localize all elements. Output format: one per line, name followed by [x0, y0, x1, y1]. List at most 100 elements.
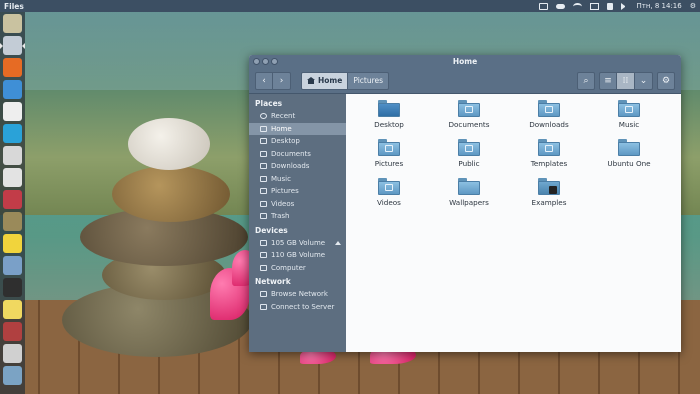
sidebar-item-label: Trash [271, 212, 290, 221]
file-item-videos[interactable]: Videos [354, 178, 424, 207]
sidebar-item-label: Browse Network [271, 290, 328, 299]
file-label: Videos [377, 198, 401, 207]
folder-icon [618, 100, 640, 117]
volume-icon[interactable] [621, 2, 628, 10]
file-item-desktop[interactable]: Desktop [354, 100, 424, 129]
dash-home-icon[interactable] [3, 14, 22, 33]
nav-buttons: ‹ › [255, 71, 291, 90]
desktop-icon [260, 138, 267, 145]
breadcrumb: Home Pictures [301, 71, 390, 90]
file-item-pictures[interactable]: Pictures [354, 139, 424, 168]
file-item-wallpapers[interactable]: Wallpapers [434, 178, 504, 207]
drive-icon[interactable] [3, 344, 22, 363]
chromium-icon[interactable] [3, 80, 22, 99]
forward-button[interactable]: › [273, 71, 291, 90]
folder-icon [378, 139, 400, 156]
menu-button[interactable]: ⚙ [657, 71, 675, 90]
file-label: Examples [531, 198, 567, 207]
disk-icon[interactable] [3, 212, 22, 231]
mail-icon[interactable] [590, 2, 600, 10]
server-icon [260, 303, 267, 310]
sidebar-item-home[interactable]: Home [249, 122, 346, 135]
wallpaper-stone [128, 118, 210, 170]
cloud-icon[interactable] [556, 3, 566, 9]
file-label: Pictures [374, 159, 404, 168]
top-panel: Files Птн, 8 14:16 ⚙ [0, 0, 700, 12]
sidebar-item-browse-network[interactable]: Browse Network [249, 288, 346, 301]
sidebar-item-connect-to-server[interactable]: Connect to Server [249, 301, 346, 314]
sidebar-item-documents[interactable]: Documents [249, 148, 346, 161]
view-options-button[interactable]: ⌄ [635, 71, 653, 90]
back-button[interactable]: ‹ [255, 71, 273, 90]
gear-icon[interactable]: ⚙ [690, 2, 696, 10]
firefox-icon[interactable] [3, 58, 22, 77]
chevron-left-icon: ‹ [262, 75, 266, 86]
sidebar-item-desktop[interactable]: Desktop [249, 135, 346, 148]
sidebar-item-music[interactable]: Music [249, 173, 346, 186]
sidebar-item-pictures[interactable]: Pictures [249, 185, 346, 198]
computer-icon [260, 264, 267, 271]
file-item-downloads[interactable]: Downloads [514, 100, 584, 129]
folder-icon [538, 139, 560, 156]
file-item-music[interactable]: Music [594, 100, 664, 129]
clock[interactable]: Птн, 8 14:16 [636, 2, 681, 10]
drive-icon [260, 239, 267, 246]
file-label: Music [618, 120, 640, 129]
sidebar-item-downloads[interactable]: Downloads [249, 160, 346, 173]
file-item-ubuntu-one[interactable]: Ubuntu One [594, 139, 664, 168]
document-icon[interactable] [3, 102, 22, 121]
notes-icon[interactable] [3, 234, 22, 253]
breadcrumb-home[interactable]: Home [301, 71, 349, 90]
pictures-icon [260, 188, 267, 195]
files-icon[interactable] [0, 36, 25, 55]
sidebar-item-trash[interactable]: Trash [249, 210, 346, 223]
updater-icon[interactable] [3, 300, 22, 319]
list-icon: ≡ [604, 75, 612, 86]
sidebar-item-label: Downloads [271, 162, 310, 171]
window-titlebar[interactable]: Home [249, 55, 681, 68]
image-viewer-icon[interactable] [3, 190, 22, 209]
screenshot-icon[interactable] [3, 256, 22, 275]
terminal-icon[interactable] [3, 278, 22, 297]
software-center-icon[interactable] [3, 124, 22, 143]
text-editor-icon[interactable] [3, 168, 22, 187]
home-icon [260, 125, 267, 132]
sidebar-item-recent[interactable]: Recent [249, 110, 346, 123]
close-button[interactable] [253, 58, 260, 65]
lock-icon[interactable] [607, 2, 614, 10]
toolbar-right: ⌕ ≡ ⁞⁞ ⌄ ⚙ [577, 71, 675, 90]
list-view-button[interactable]: ≡ [599, 71, 617, 90]
network-icon[interactable] [573, 2, 583, 10]
folder-icon [538, 178, 560, 195]
keyboard-icon[interactable] [539, 2, 549, 10]
sidebar-heading-devices: Devices [255, 225, 288, 235]
file-view: Desktop Documents Downloads Music Pictures Pu… [346, 94, 681, 352]
file-item-templates[interactable]: Templates [514, 139, 584, 168]
sidebar-item-label: Documents [271, 149, 311, 158]
maximize-button[interactable] [271, 58, 278, 65]
sidebar-item-110-gb-volume[interactable]: 110 GB Volume [249, 249, 346, 262]
file-item-documents[interactable]: Documents [434, 100, 504, 129]
minimize-button[interactable] [262, 58, 269, 65]
file-item-examples[interactable]: Examples [514, 178, 584, 207]
trash-icon [260, 213, 267, 220]
trash-icon[interactable] [3, 366, 22, 385]
eject-icon[interactable] [335, 240, 341, 245]
sidebar-item-computer[interactable]: Computer [249, 262, 346, 275]
grid-view-button[interactable]: ⁞⁞ [617, 71, 635, 90]
examples-emblem-icon [549, 186, 557, 194]
file-label: Public [458, 159, 480, 168]
breadcrumb-pictures[interactable]: Pictures [348, 71, 390, 90]
search-button[interactable]: ⌕ [577, 71, 595, 90]
settings-panel-icon[interactable] [3, 322, 22, 341]
sidebar-item-label: Home [271, 124, 292, 133]
sidebar-item-videos[interactable]: Videos [249, 198, 346, 211]
music-icon [260, 175, 267, 182]
file-item-public[interactable]: Public [434, 139, 504, 168]
folder-body [378, 103, 400, 117]
sidebar-item-label: Videos [271, 199, 295, 208]
system-settings-icon[interactable] [3, 146, 22, 165]
sidebar-item-105-gb-volume[interactable]: 105 GB Volume [249, 237, 346, 250]
folder-body [458, 181, 480, 195]
sidebar-item-label: Desktop [271, 137, 300, 146]
